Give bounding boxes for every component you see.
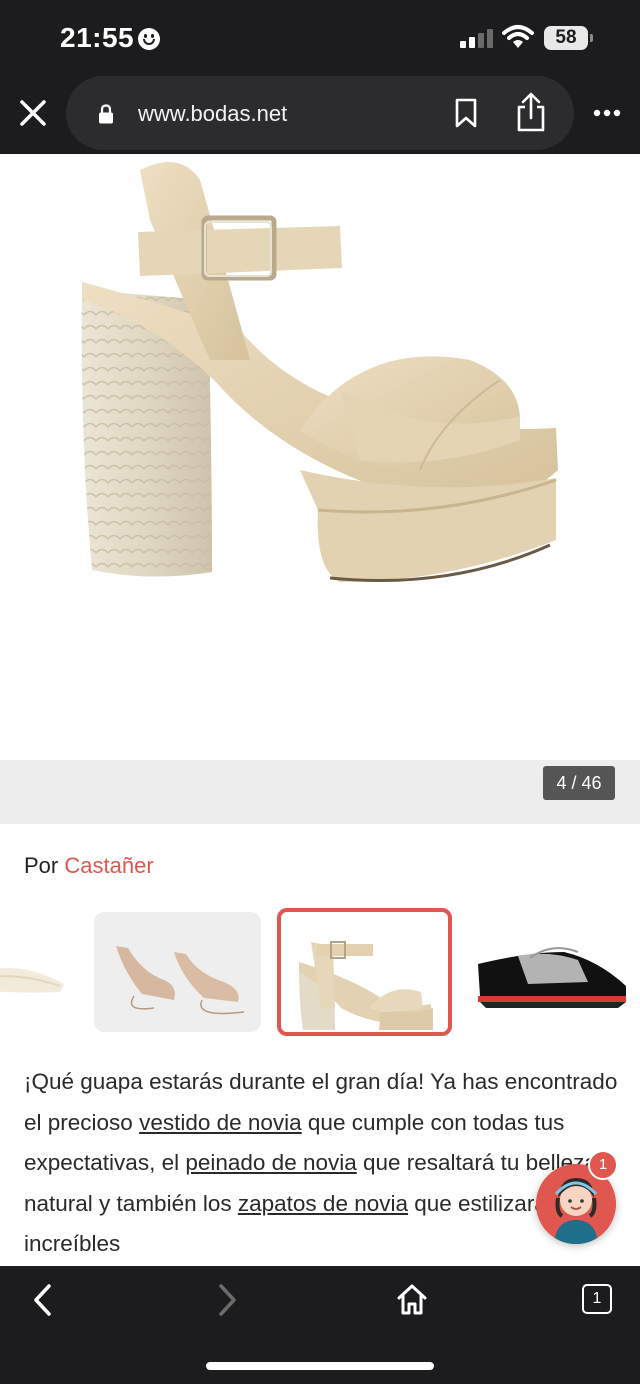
thumbnail-strip[interactable]	[0, 906, 640, 1036]
notification-badge: 1	[588, 1150, 618, 1180]
tabs-button[interactable]: 1	[582, 1284, 612, 1314]
thumbnail-image	[116, 946, 245, 1015]
link-vestido-de-novia[interactable]: vestido de novia	[139, 1110, 302, 1135]
link-peinado-de-novia[interactable]: peinado de novia	[185, 1150, 356, 1175]
share-icon[interactable]	[514, 92, 548, 132]
author-link[interactable]: Castañer	[64, 853, 153, 878]
status-bar: 21:55 58	[0, 0, 640, 74]
platform-sandal-illustration	[81, 162, 558, 582]
smiley-icon	[138, 28, 160, 50]
url-field[interactable]: www.bodas.net	[66, 76, 574, 150]
link-zapatos-de-novia[interactable]: zapatos de novia	[238, 1191, 408, 1216]
back-icon[interactable]	[28, 1282, 58, 1318]
home-icon[interactable]	[396, 1282, 428, 1316]
product-image[interactable]	[0, 154, 640, 760]
thumbnail-item[interactable]	[468, 912, 640, 1032]
article-text: ¡Qué guapa estarás durante el gran día! …	[24, 1062, 624, 1266]
thumbnail-item-selected[interactable]	[277, 908, 452, 1036]
wifi-icon	[502, 25, 534, 48]
browser-address-bar: www.bodas.net	[0, 74, 640, 154]
thumbnail-item[interactable]	[94, 912, 261, 1032]
battery-icon: 58	[544, 26, 593, 50]
author-byline: Por Castañer	[24, 853, 154, 879]
cellular-signal-icon	[460, 28, 494, 48]
thumbnail-item[interactable]	[0, 912, 70, 1032]
thumbnail-image	[299, 941, 433, 1030]
more-options-icon[interactable]	[592, 108, 622, 118]
url-text: www.bodas.net	[138, 101, 288, 126]
lock-icon	[99, 104, 113, 124]
gallery-counter: 4 / 46	[543, 766, 615, 800]
bookmark-icon[interactable]	[454, 98, 478, 128]
close-icon[interactable]	[18, 98, 48, 128]
home-indicator[interactable]	[206, 1362, 434, 1370]
clock: 21:55	[60, 22, 135, 53]
forward-icon[interactable]	[212, 1282, 242, 1318]
thumbnail-image	[0, 968, 64, 993]
byline-prefix: Por	[24, 853, 59, 878]
thumbnail-image	[478, 947, 626, 1008]
